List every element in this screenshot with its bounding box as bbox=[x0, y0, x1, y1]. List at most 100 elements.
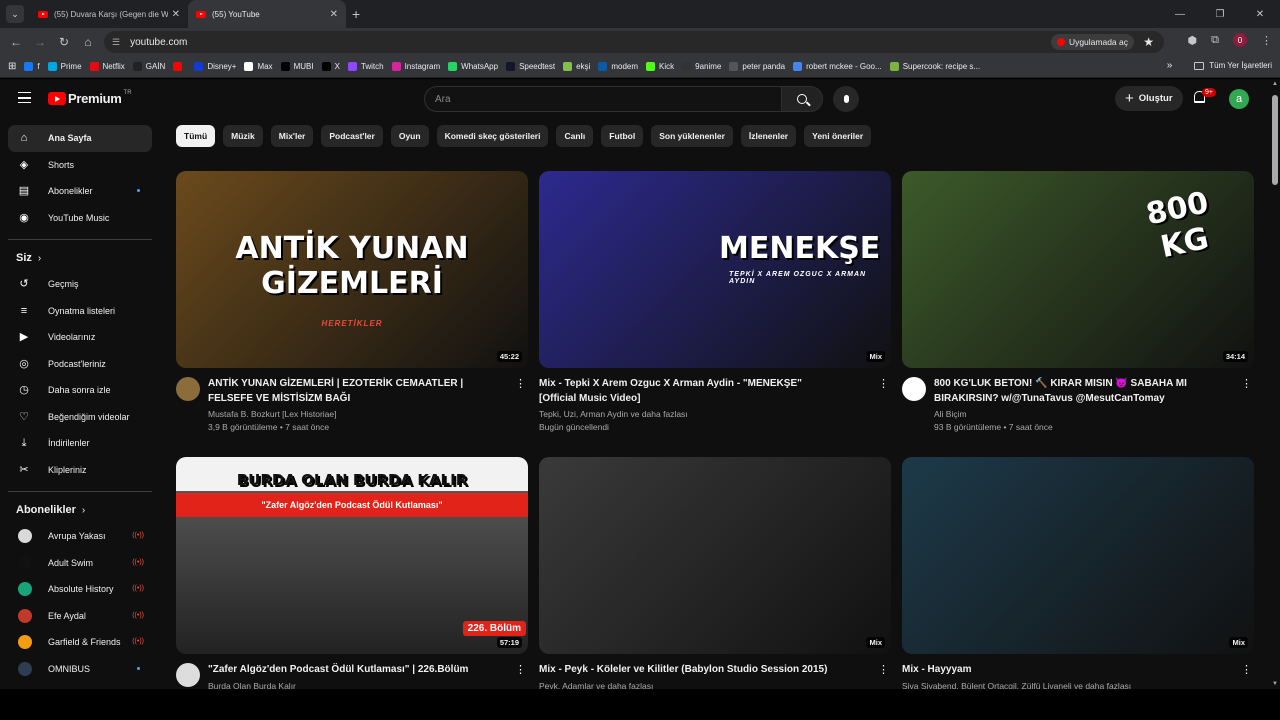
maximize-icon[interactable]: ❐ bbox=[1200, 9, 1240, 20]
sidebar-item[interactable]: ✂ Klipleriniz bbox=[8, 457, 152, 484]
you-section-heading[interactable]: Siz › bbox=[16, 248, 160, 268]
channel-avatar[interactable] bbox=[902, 377, 926, 401]
account-avatar[interactable]: a bbox=[1229, 89, 1249, 109]
home-icon[interactable]: ⌂ bbox=[76, 35, 100, 49]
video-thumbnail[interactable]: Mix bbox=[539, 457, 891, 654]
more-actions-icon[interactable]: ⋮ bbox=[515, 663, 526, 676]
bookmark-item[interactable]: Speedtest bbox=[506, 62, 555, 71]
channel-name[interactable]: Ali Biçim bbox=[934, 409, 1234, 419]
all-bookmarks-link[interactable]: Tüm Yer İşaretleri bbox=[1209, 61, 1272, 70]
video-thumbnail[interactable]: BURDA OLAN BURDA KALIR "Zafer Algöz'den P… bbox=[176, 457, 528, 654]
address-bar[interactable]: ☰ youtube.com Uygulamada aç ★ bbox=[104, 31, 1164, 53]
bookmark-item[interactable]: X bbox=[321, 62, 340, 71]
video-card[interactable]: ANTİK YUNAN GİZEMLERİ HERETİKLER 45:22 ANTİ… bbox=[176, 171, 528, 432]
page-scrollbar[interactable]: ▲ ▼ bbox=[1270, 79, 1280, 689]
filter-chip[interactable]: Canlı bbox=[556, 125, 594, 147]
bookmark-item[interactable]: Disney+ bbox=[194, 62, 236, 71]
scroll-up-icon[interactable]: ▲ bbox=[1272, 81, 1278, 87]
sidebar-item[interactable]: ▤ Abonelikler bbox=[8, 178, 152, 205]
sidebar-item[interactable]: ◷ Daha sonra izle bbox=[8, 377, 152, 404]
more-actions-icon[interactable]: ⋮ bbox=[878, 663, 889, 676]
bookmark-item[interactable]: modem bbox=[598, 62, 638, 71]
filter-chip[interactable]: Futbol bbox=[601, 125, 644, 147]
site-info-icon[interactable]: ☰ bbox=[112, 37, 120, 48]
bookmark-item[interactable]: robert mckee - Goo... bbox=[793, 62, 882, 71]
bookmark-item[interactable]: WhatsApp bbox=[448, 62, 498, 71]
video-card[interactable]: Mix Mix - Peyk - Köleler ve Kilitler (Bab… bbox=[539, 457, 891, 689]
profile-avatar[interactable]: 0 bbox=[1233, 33, 1247, 47]
extensions-puzzle-icon[interactable]: ⧉ bbox=[1211, 34, 1219, 47]
browser-tab-1[interactable]: (55) Duvara Karşı (Gegen die Wand) ✕ bbox=[30, 0, 188, 28]
bookmark-item[interactable]: 9anime bbox=[682, 62, 721, 71]
sidebar-item[interactable]: ◎ Podcast'leriniz bbox=[8, 351, 152, 378]
open-in-app-button[interactable]: Uygulamada aç bbox=[1050, 34, 1134, 50]
bookmark-star-icon[interactable]: ★ bbox=[1143, 35, 1154, 49]
more-actions-icon[interactable]: ⋮ bbox=[1241, 663, 1252, 676]
search-button[interactable] bbox=[781, 86, 823, 112]
video-thumbnail[interactable]: MENEKŞE TEPKİ X AREM OZGUC X ARMAN AYDIN M… bbox=[539, 171, 891, 368]
more-bookmarks-icon[interactable]: » bbox=[1167, 60, 1173, 71]
scrollbar-thumb[interactable] bbox=[1272, 95, 1278, 185]
scroll-down-icon[interactable]: ▼ bbox=[1272, 681, 1278, 687]
close-tab-icon[interactable]: ✕ bbox=[172, 9, 180, 20]
sidebar-item[interactable]: Avrupa Yakası ((•)) bbox=[8, 523, 152, 550]
create-button[interactable]: + Oluştur bbox=[1115, 86, 1183, 111]
video-title[interactable]: 800 KG'LUK BETON! 🔨 KIRAR MISIN 😈 SABAHA… bbox=[934, 377, 1234, 406]
sidebar-item[interactable]: ≡ Oynatma listeleri bbox=[8, 298, 152, 325]
back-icon[interactable]: ← bbox=[4, 35, 28, 49]
bookmark-item[interactable]: Max bbox=[244, 62, 273, 71]
more-actions-icon[interactable]: ⋮ bbox=[1241, 377, 1252, 390]
video-thumbnail[interactable]: 800 KG 34:14 bbox=[902, 171, 1254, 368]
bookmark-item[interactable]: Netflix bbox=[89, 62, 125, 71]
guide-menu-icon[interactable] bbox=[18, 92, 31, 103]
channel-name[interactable]: Tepki, Uzi, Arman Aydin ve daha fazlası bbox=[539, 409, 839, 419]
filter-chip[interactable]: Müzik bbox=[223, 125, 263, 147]
video-thumbnail[interactable]: ANTİK YUNAN GİZEMLERİ HERETİKLER 45:22 bbox=[176, 171, 528, 368]
more-actions-icon[interactable]: ⋮ bbox=[515, 377, 526, 390]
bookmark-item[interactable]: MUBI bbox=[280, 62, 314, 71]
video-title[interactable]: Mix - Peyk - Köleler ve Kilitler (Babylo… bbox=[539, 663, 839, 678]
browser-menu-icon[interactable]: ⋮ bbox=[1261, 34, 1272, 47]
bookmark-item[interactable] bbox=[173, 62, 186, 71]
video-card[interactable]: Mix Mix - Hayyyam Siva Sivabend, Bülent Or… bbox=[902, 457, 1254, 689]
sidebar-item[interactable]: Adult Swim ((•)) bbox=[8, 550, 152, 577]
sidebar-item[interactable]: ▶ Videolarınız bbox=[8, 324, 152, 351]
bookmark-item[interactable]: Kick bbox=[646, 62, 674, 71]
video-title[interactable]: Mix - Hayyyam bbox=[902, 663, 1202, 678]
sidebar-item[interactable]: ⤓ İndirilenler bbox=[8, 430, 152, 457]
video-thumbnail[interactable]: Mix bbox=[902, 457, 1254, 654]
new-tab-icon[interactable]: + bbox=[352, 6, 360, 22]
filter-chip[interactable]: Yeni öneriler bbox=[804, 125, 872, 147]
youtube-logo[interactable]: Premium TR bbox=[48, 90, 132, 106]
bookmark-item[interactable]: Twitch bbox=[347, 62, 384, 71]
video-title[interactable]: Mix - Tepki X Arem Ozguc X Arman Aydin -… bbox=[539, 377, 839, 406]
filter-chip[interactable]: İzlenenler bbox=[740, 125, 797, 147]
bookmark-item[interactable]: GAİN bbox=[132, 62, 165, 71]
filter-chip[interactable]: Son yüklenenler bbox=[651, 125, 733, 147]
filter-chip[interactable]: Komedi skeç gösterileri bbox=[436, 125, 549, 147]
channel-avatar[interactable] bbox=[176, 377, 200, 401]
channel-name[interactable]: Siva Sivabend, Bülent Ortaçgil, Zülfü Li… bbox=[902, 681, 1202, 690]
minimize-icon[interactable]: — bbox=[1160, 9, 1200, 20]
sidebar-item[interactable]: Efe Aydal ((•)) bbox=[8, 603, 152, 630]
bookmark-item[interactable]: Prime bbox=[47, 62, 82, 71]
forward-icon[interactable]: → bbox=[28, 35, 52, 49]
search-input[interactable]: Ara bbox=[424, 86, 782, 112]
bookmark-item[interactable]: ekşi bbox=[563, 62, 590, 71]
sidebar-item[interactable]: ↺ Geçmiş bbox=[8, 271, 152, 298]
sidebar-item[interactable]: OMNIBUS bbox=[8, 656, 152, 683]
filter-chip[interactable]: Tümü bbox=[176, 125, 216, 147]
bookmark-item[interactable]: Instagram bbox=[391, 62, 440, 71]
subscriptions-heading[interactable]: Abonelikler › bbox=[16, 500, 160, 520]
voice-search-button[interactable] bbox=[833, 86, 859, 112]
video-card[interactable]: 800 KG 34:14 800 KG'LUK BETON! 🔨 KIRAR MIS… bbox=[902, 171, 1254, 432]
sidebar-item[interactable]: ◈ Shorts bbox=[8, 152, 152, 179]
sidebar-item[interactable]: ◉ YouTube Music bbox=[8, 205, 152, 232]
video-title[interactable]: ANTİK YUNAN GİZEMLERİ | EZOTERİK CEMAATL… bbox=[208, 377, 508, 406]
channel-name[interactable]: Peyk, Adamlar ve daha fazlası bbox=[539, 681, 839, 690]
tab-search-button[interactable]: ⌄ bbox=[6, 5, 24, 23]
channel-name[interactable]: Mustafa B. Bozkurt [Lex Historiae] bbox=[208, 409, 508, 419]
bookmark-item[interactable]: f bbox=[24, 62, 40, 71]
filter-chip[interactable]: Mix'ler bbox=[270, 125, 314, 147]
reload-icon[interactable]: ↻ bbox=[52, 35, 76, 49]
